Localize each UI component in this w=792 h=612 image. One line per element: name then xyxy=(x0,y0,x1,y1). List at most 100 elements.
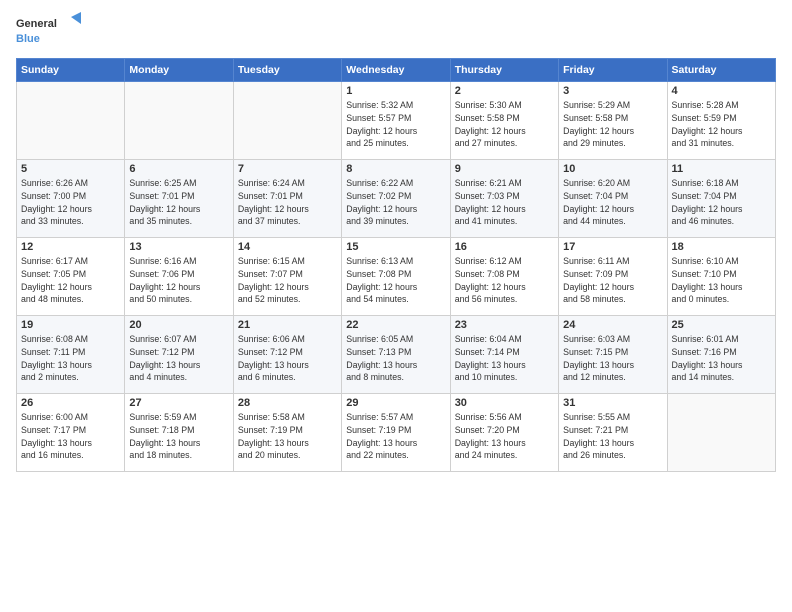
day-info: Sunrise: 5:56 AM Sunset: 7:20 PM Dayligh… xyxy=(455,411,554,462)
calendar-cell: 31Sunrise: 5:55 AM Sunset: 7:21 PM Dayli… xyxy=(559,394,667,472)
day-number: 17 xyxy=(563,241,662,253)
day-number: 26 xyxy=(21,397,120,409)
day-info: Sunrise: 6:03 AM Sunset: 7:15 PM Dayligh… xyxy=(563,333,662,384)
day-info: Sunrise: 6:24 AM Sunset: 7:01 PM Dayligh… xyxy=(238,177,337,228)
day-info: Sunrise: 6:11 AM Sunset: 7:09 PM Dayligh… xyxy=(563,255,662,306)
day-info: Sunrise: 6:05 AM Sunset: 7:13 PM Dayligh… xyxy=(346,333,445,384)
calendar-week-row: 19 Sunrise: 6:08 AM Sunset: 7:11 PM Dayli… xyxy=(17,316,776,394)
day-number: 8 xyxy=(346,163,445,175)
day-number: 11 xyxy=(672,163,771,175)
day-info: Sunrise: 6:10 AM Sunset: 7:10 PM Dayligh… xyxy=(672,255,771,306)
calendar-cell: 25 Sunrise: 6:01 AM Sunset: 7:16 PM Dayli… xyxy=(667,316,775,394)
day-info: Sunrise: 5:59 AM Sunset: 7:18 PM Dayligh… xyxy=(129,411,228,462)
day-info: Sunrise: 5:32 AM Sunset: 5:57 PM Dayligh… xyxy=(346,99,445,150)
calendar-cell: 30Sunrise: 5:56 AM Sunset: 7:20 PM Dayli… xyxy=(450,394,558,472)
day-number: 28 xyxy=(238,397,337,409)
svg-text:Blue: Blue xyxy=(16,33,40,45)
calendar-cell: 9 Sunrise: 6:21 AM Sunset: 7:03 PM Daylig… xyxy=(450,160,558,238)
calendar-cell: 22 Sunrise: 6:05 AM Sunset: 7:13 PM Dayli… xyxy=(342,316,450,394)
day-info: Sunrise: 5:57 AM Sunset: 7:19 PM Dayligh… xyxy=(346,411,445,462)
header: General Blue xyxy=(16,12,776,52)
day-info: Sunrise: 5:28 AM Sunset: 5:59 PM Dayligh… xyxy=(672,99,771,150)
logo: General Blue xyxy=(16,12,84,52)
day-info: Sunrise: 6:15 AM Sunset: 7:07 PM Dayligh… xyxy=(238,255,337,306)
calendar-cell: 11 Sunrise: 6:18 AM Sunset: 7:04 PM Dayli… xyxy=(667,160,775,238)
day-info: Sunrise: 6:20 AM Sunset: 7:04 PM Dayligh… xyxy=(563,177,662,228)
calendar-cell: 26 Sunrise: 6:00 AM Sunset: 7:17 PM Dayli… xyxy=(17,394,125,472)
day-number: 25 xyxy=(672,319,771,331)
day-number: 2 xyxy=(455,85,554,97)
day-number: 12 xyxy=(21,241,120,253)
page: General Blue SundayMondayTuesdayWednesda… xyxy=(0,0,792,612)
calendar-cell: 29 Sunrise: 5:57 AM Sunset: 7:19 PM Dayli… xyxy=(342,394,450,472)
day-number: 21 xyxy=(238,319,337,331)
calendar-cell: 6Sunrise: 6:25 AM Sunset: 7:01 PM Daylig… xyxy=(125,160,233,238)
day-number: 7 xyxy=(238,163,337,175)
day-number: 5 xyxy=(21,163,120,175)
calendar-cell: 14Sunrise: 6:15 AM Sunset: 7:07 PM Dayli… xyxy=(233,238,341,316)
day-number: 22 xyxy=(346,319,445,331)
calendar-cell: 16Sunrise: 6:12 AM Sunset: 7:08 PM Dayli… xyxy=(450,238,558,316)
calendar-week-row: 12 Sunrise: 6:17 AM Sunset: 7:05 PM Dayli… xyxy=(17,238,776,316)
calendar-cell: 5 Sunrise: 6:26 AM Sunset: 7:00 PM Daylig… xyxy=(17,160,125,238)
day-info: Sunrise: 6:25 AM Sunset: 7:01 PM Dayligh… xyxy=(129,177,228,228)
day-info: Sunrise: 6:21 AM Sunset: 7:03 PM Dayligh… xyxy=(455,177,554,228)
calendar-cell: 10 Sunrise: 6:20 AM Sunset: 7:04 PM Dayli… xyxy=(559,160,667,238)
day-number: 9 xyxy=(455,163,554,175)
calendar-header-tuesday: Tuesday xyxy=(233,59,341,82)
day-info: Sunrise: 6:04 AM Sunset: 7:14 PM Dayligh… xyxy=(455,333,554,384)
calendar-cell: 18 Sunrise: 6:10 AM Sunset: 7:10 PM Dayli… xyxy=(667,238,775,316)
day-number: 19 xyxy=(21,319,120,331)
day-info: Sunrise: 6:17 AM Sunset: 7:05 PM Dayligh… xyxy=(21,255,120,306)
calendar-cell xyxy=(233,82,341,160)
svg-text:General: General xyxy=(16,18,57,30)
day-info: Sunrise: 6:18 AM Sunset: 7:04 PM Dayligh… xyxy=(672,177,771,228)
day-number: 16 xyxy=(455,241,554,253)
calendar-cell: 27 Sunrise: 5:59 AM Sunset: 7:18 PM Dayli… xyxy=(125,394,233,472)
day-info: Sunrise: 6:01 AM Sunset: 7:16 PM Dayligh… xyxy=(672,333,771,384)
day-info: Sunrise: 6:08 AM Sunset: 7:11 PM Dayligh… xyxy=(21,333,120,384)
day-number: 4 xyxy=(672,85,771,97)
calendar-cell: 24Sunrise: 6:03 AM Sunset: 7:15 PM Dayli… xyxy=(559,316,667,394)
day-number: 23 xyxy=(455,319,554,331)
day-number: 13 xyxy=(129,241,228,253)
calendar-cell: 3 Sunrise: 5:29 AM Sunset: 5:58 PM Daylig… xyxy=(559,82,667,160)
calendar-cell: 1Sunrise: 5:32 AM Sunset: 5:57 PM Daylig… xyxy=(342,82,450,160)
day-info: Sunrise: 5:30 AM Sunset: 5:58 PM Dayligh… xyxy=(455,99,554,150)
day-info: Sunrise: 6:22 AM Sunset: 7:02 PM Dayligh… xyxy=(346,177,445,228)
calendar-cell: 4 Sunrise: 5:28 AM Sunset: 5:59 PM Daylig… xyxy=(667,82,775,160)
calendar-week-row: 1Sunrise: 5:32 AM Sunset: 5:57 PM Daylig… xyxy=(17,82,776,160)
calendar-cell: 2 Sunrise: 5:30 AM Sunset: 5:58 PM Daylig… xyxy=(450,82,558,160)
day-number: 18 xyxy=(672,241,771,253)
day-number: 27 xyxy=(129,397,228,409)
calendar-header-friday: Friday xyxy=(559,59,667,82)
calendar-week-row: 5 Sunrise: 6:26 AM Sunset: 7:00 PM Daylig… xyxy=(17,160,776,238)
calendar-week-row: 26 Sunrise: 6:00 AM Sunset: 7:17 PM Dayli… xyxy=(17,394,776,472)
day-number: 10 xyxy=(563,163,662,175)
day-info: Sunrise: 5:58 AM Sunset: 7:19 PM Dayligh… xyxy=(238,411,337,462)
day-info: Sunrise: 6:07 AM Sunset: 7:12 PM Dayligh… xyxy=(129,333,228,384)
day-info: Sunrise: 6:00 AM Sunset: 7:17 PM Dayligh… xyxy=(21,411,120,462)
calendar-header-row: SundayMondayTuesdayWednesdayThursdayFrid… xyxy=(17,59,776,82)
calendar-header-thursday: Thursday xyxy=(450,59,558,82)
logo-svg: General Blue xyxy=(16,12,84,52)
day-info: Sunrise: 6:26 AM Sunset: 7:00 PM Dayligh… xyxy=(21,177,120,228)
day-number: 20 xyxy=(129,319,228,331)
day-info: Sunrise: 6:06 AM Sunset: 7:12 PM Dayligh… xyxy=(238,333,337,384)
calendar-cell xyxy=(17,82,125,160)
day-number: 3 xyxy=(563,85,662,97)
calendar-header-saturday: Saturday xyxy=(667,59,775,82)
calendar-cell: 13 Sunrise: 6:16 AM Sunset: 7:06 PM Dayli… xyxy=(125,238,233,316)
calendar-header-wednesday: Wednesday xyxy=(342,59,450,82)
calendar-cell: 15Sunrise: 6:13 AM Sunset: 7:08 PM Dayli… xyxy=(342,238,450,316)
day-info: Sunrise: 5:29 AM Sunset: 5:58 PM Dayligh… xyxy=(563,99,662,150)
calendar-table: SundayMondayTuesdayWednesdayThursdayFrid… xyxy=(16,58,776,472)
day-info: Sunrise: 6:16 AM Sunset: 7:06 PM Dayligh… xyxy=(129,255,228,306)
calendar-cell: 23 Sunrise: 6:04 AM Sunset: 7:14 PM Dayli… xyxy=(450,316,558,394)
day-number: 29 xyxy=(346,397,445,409)
calendar-cell: 7 Sunrise: 6:24 AM Sunset: 7:01 PM Daylig… xyxy=(233,160,341,238)
day-number: 15 xyxy=(346,241,445,253)
day-info: Sunrise: 5:55 AM Sunset: 7:21 PM Dayligh… xyxy=(563,411,662,462)
calendar-header-sunday: Sunday xyxy=(17,59,125,82)
calendar-cell: 8 Sunrise: 6:22 AM Sunset: 7:02 PM Daylig… xyxy=(342,160,450,238)
